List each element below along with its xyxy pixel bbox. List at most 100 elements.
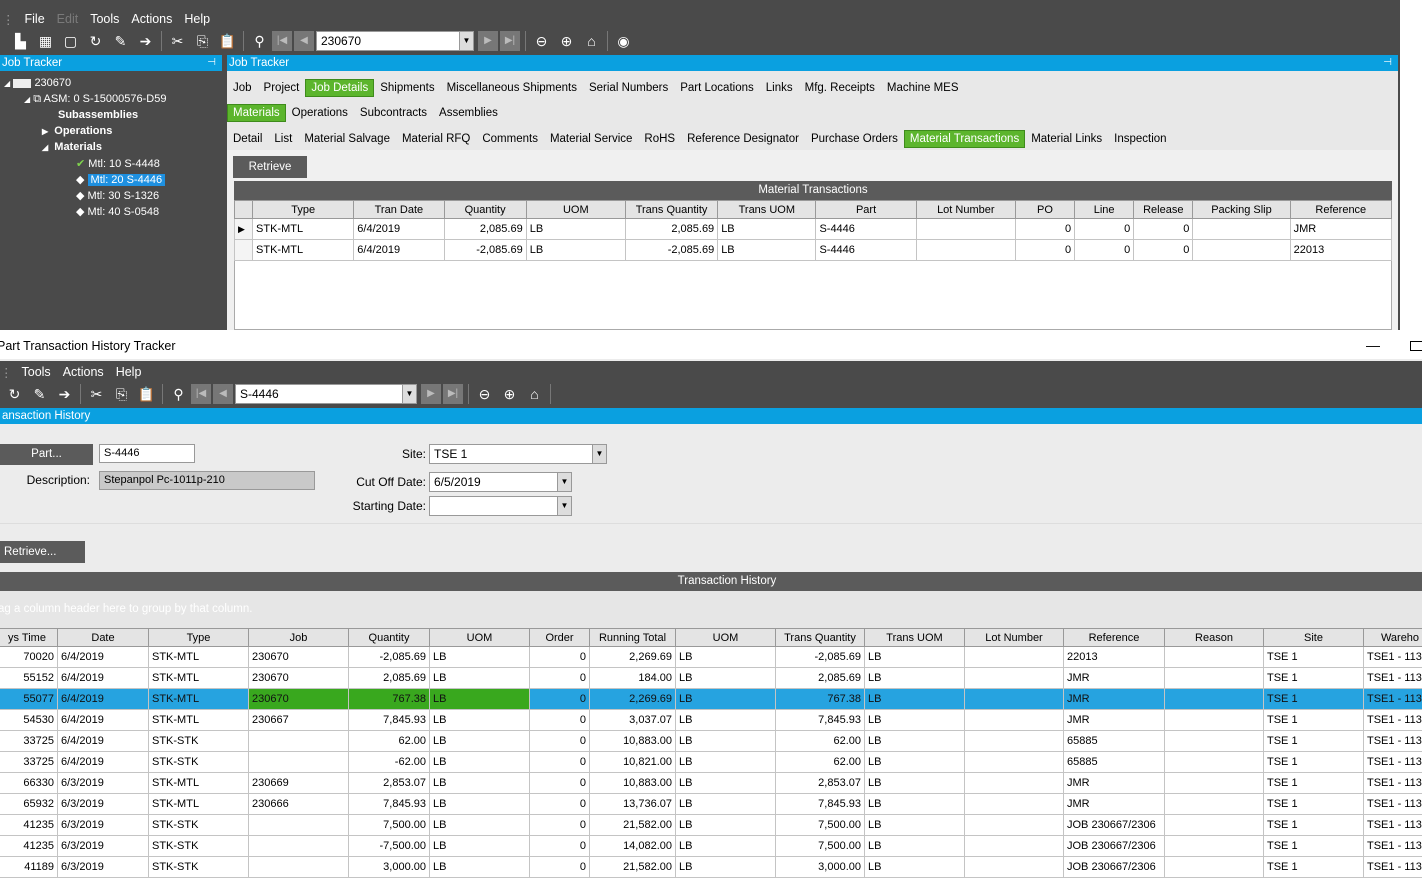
table-cell[interactable]: 2,085.69 — [444, 219, 526, 240]
table-cell[interactable]: 7,845.93 — [349, 794, 430, 815]
column-header[interactable]: ys Time — [0, 629, 58, 647]
column-header[interactable]: Reference — [1064, 629, 1165, 647]
table-cell[interactable] — [1165, 794, 1264, 815]
tab-misc-shipments[interactable]: Miscellaneous Shipments — [441, 82, 583, 94]
new-icon[interactable]: ▙ — [8, 30, 33, 52]
paste-icon[interactable]: 📋 — [215, 30, 240, 52]
table-cell[interactable] — [1193, 240, 1290, 261]
cut-icon[interactable]: ✂ — [84, 383, 109, 405]
table-cell[interactable]: LB — [676, 773, 776, 794]
table-cell[interactable]: LB — [676, 731, 776, 752]
pin-icon[interactable]: ⊣ — [1383, 55, 1392, 71]
table-cell[interactable] — [965, 773, 1064, 794]
table-cell[interactable]: 6/3/2019 — [58, 815, 149, 836]
table-cell[interactable]: 14,082.00 — [590, 836, 676, 857]
table-cell[interactable]: 2,085.69 — [776, 668, 865, 689]
table-cell[interactable]: 21,582.00 — [590, 857, 676, 878]
table-row[interactable]: 337256/4/2019STK-STK-62.00LB010,821.00LB… — [0, 752, 1422, 773]
table-cell[interactable]: STK-STK — [149, 752, 249, 773]
table-cell[interactable] — [1165, 773, 1264, 794]
table-cell[interactable]: 184.00 — [590, 668, 676, 689]
forward-icon[interactable]: ⊕ — [554, 30, 579, 52]
cutoff-date-picker[interactable]: 6/5/2019 ▼ — [429, 472, 572, 492]
table-cell[interactable]: LB — [676, 857, 776, 878]
table-cell[interactable]: 2,085.69 — [625, 219, 717, 240]
table-cell[interactable]: 0 — [530, 752, 590, 773]
table-cell[interactable] — [1165, 815, 1264, 836]
table-cell[interactable]: STK-STK — [149, 857, 249, 878]
table-cell[interactable]: LB — [430, 836, 530, 857]
table-cell[interactable]: LB — [430, 689, 530, 710]
table-row[interactable]: 659326/3/2019STK-MTL2306667,845.93LB013,… — [0, 794, 1422, 815]
table-cell[interactable]: 55077 — [0, 689, 58, 710]
copy-icon[interactable]: ⎘ — [109, 383, 134, 405]
table-cell[interactable] — [1193, 219, 1290, 240]
table-cell[interactable]: 767.38 — [776, 689, 865, 710]
table-cell[interactable]: 6/4/2019 — [58, 731, 149, 752]
chevron-down-icon[interactable]: ▼ — [402, 385, 416, 403]
table-cell[interactable]: TSE1 - 113 — [1364, 731, 1422, 752]
tab-job-details[interactable]: Job Details — [305, 79, 374, 97]
table-cell[interactable]: 65885 — [1064, 731, 1165, 752]
column-header[interactable]: PO — [1015, 201, 1074, 219]
table-cell[interactable]: TSE1 - 113 — [1364, 836, 1422, 857]
tab-reference-designator[interactable]: Reference Designator — [681, 133, 805, 145]
table-cell[interactable]: 10,883.00 — [590, 773, 676, 794]
table-cell[interactable]: 0 — [530, 836, 590, 857]
table-cell[interactable]: 0 — [530, 689, 590, 710]
table-cell[interactable]: TSE 1 — [1264, 647, 1364, 668]
grid-icon[interactable]: ▦ — [33, 30, 58, 52]
play-icon[interactable]: ◉ — [611, 30, 636, 52]
table-cell[interactable]: 6/3/2019 — [58, 836, 149, 857]
column-header[interactable]: Line — [1075, 201, 1134, 219]
table-cell[interactable]: LB — [865, 794, 965, 815]
table-cell[interactable] — [965, 857, 1064, 878]
tab-operations[interactable]: Operations — [286, 107, 354, 119]
table-cell[interactable]: 230670 — [249, 668, 349, 689]
tab-inspection[interactable]: Inspection — [1108, 133, 1172, 145]
table-cell[interactable]: 65885 — [1064, 752, 1165, 773]
tab-material-service[interactable]: Material Service — [544, 133, 638, 145]
table-cell[interactable]: TSE 1 — [1264, 689, 1364, 710]
tab-serial-numbers[interactable]: Serial Numbers — [583, 82, 674, 94]
binoculars-icon[interactable]: ⚲ — [166, 383, 191, 405]
table-cell[interactable]: TSE1 - 113 — [1364, 815, 1422, 836]
clear-icon[interactable]: ✎ — [27, 383, 52, 405]
tab-shipments[interactable]: Shipments — [374, 82, 440, 94]
table-cell[interactable]: 6/3/2019 — [58, 773, 149, 794]
table-cell[interactable]: LB — [865, 710, 965, 731]
table-cell[interactable]: 7,845.93 — [776, 710, 865, 731]
tree-asm[interactable]: ◢ ⧉ ASM: 0 S-15000576-D59 — [24, 93, 166, 106]
table-cell[interactable]: TSE 1 — [1264, 857, 1364, 878]
menu-tools[interactable]: Tools — [19, 365, 57, 379]
table-row[interactable]: STK-MTL6/4/2019-2,085.69LB-2,085.69LBS-4… — [235, 240, 1392, 261]
menu-actions[interactable]: Actions — [125, 12, 178, 26]
table-cell[interactable]: 7,845.93 — [776, 794, 865, 815]
table-cell[interactable]: LB — [865, 689, 965, 710]
column-header[interactable]: Release — [1134, 201, 1193, 219]
tab-mfg-receipts[interactable]: Mfg. Receipts — [799, 82, 881, 94]
table-cell[interactable]: 0 — [530, 731, 590, 752]
table-cell[interactable]: 62.00 — [776, 731, 865, 752]
menu-actions[interactable]: Actions — [57, 365, 110, 379]
table-cell[interactable]: STK-MTL — [149, 689, 249, 710]
table-cell[interactable]: STK-MTL — [149, 668, 249, 689]
table-cell[interactable]: STK-STK — [149, 815, 249, 836]
tab-material-transactions[interactable]: Material Transactions — [904, 130, 1025, 148]
table-cell[interactable]: LB — [865, 752, 965, 773]
part-combo[interactable]: S-4446 ▼ — [235, 384, 417, 404]
table-cell[interactable]: LB — [430, 857, 530, 878]
table-cell[interactable]: 33725 — [0, 731, 58, 752]
table-cell[interactable]: JMR — [1064, 794, 1165, 815]
retrieve-button[interactable]: Retrieve... — [0, 541, 85, 563]
column-header[interactable]: Order — [530, 629, 590, 647]
table-cell[interactable]: STK-STK — [149, 731, 249, 752]
tree-material-item[interactable]: ◆ Mtl: 30 S-1326 — [76, 189, 159, 202]
table-cell[interactable]: LB — [430, 668, 530, 689]
column-header[interactable]: Part — [816, 201, 916, 219]
tree-material-item[interactable]: ✔ Mtl: 10 S-4448 — [76, 157, 160, 170]
tab-material-rfq[interactable]: Material RFQ — [396, 133, 476, 145]
table-cell[interactable]: TSE1 - 113 — [1364, 794, 1422, 815]
table-cell[interactable] — [1165, 836, 1264, 857]
column-header[interactable]: UOM — [526, 201, 625, 219]
